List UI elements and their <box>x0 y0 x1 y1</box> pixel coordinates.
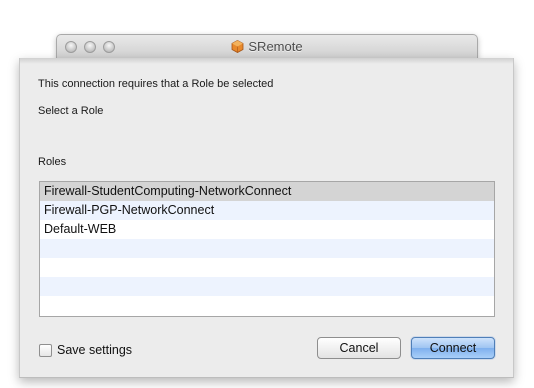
save-settings-checkbox[interactable] <box>39 343 52 357</box>
empty-row <box>40 277 494 296</box>
connect-button[interactable]: Connect <box>411 337 495 359</box>
role-row[interactable]: Firewall-PGP-NetworkConnect <box>40 201 494 220</box>
role-row[interactable]: Default-WEB <box>40 220 494 239</box>
sremote-app-icon <box>231 40 244 53</box>
role-selection-sheet: This connection requires that a Role be … <box>19 58 514 378</box>
connection-message: This connection requires that a Role be … <box>38 78 274 90</box>
save-settings-label[interactable]: Save settings <box>57 343 132 357</box>
roles-label: Roles <box>38 156 67 168</box>
cancel-button[interactable]: Cancel <box>317 337 401 359</box>
save-settings-option[interactable]: Save settings <box>39 342 132 358</box>
screen: SRemote This connection requires that a … <box>0 0 534 388</box>
role-row[interactable]: Firewall-StudentComputing-NetworkConnect <box>40 182 494 201</box>
empty-row <box>40 239 494 258</box>
roles-list[interactable]: Firewall-StudentComputing-NetworkConnect… <box>39 181 495 317</box>
empty-row <box>40 296 494 315</box>
empty-row <box>40 258 494 277</box>
parent-window-titlebar: SRemote <box>56 34 478 60</box>
window-title: SRemote <box>57 39 477 54</box>
select-role-prompt: Select a Role <box>38 105 104 117</box>
window-title-text: SRemote <box>248 39 303 54</box>
